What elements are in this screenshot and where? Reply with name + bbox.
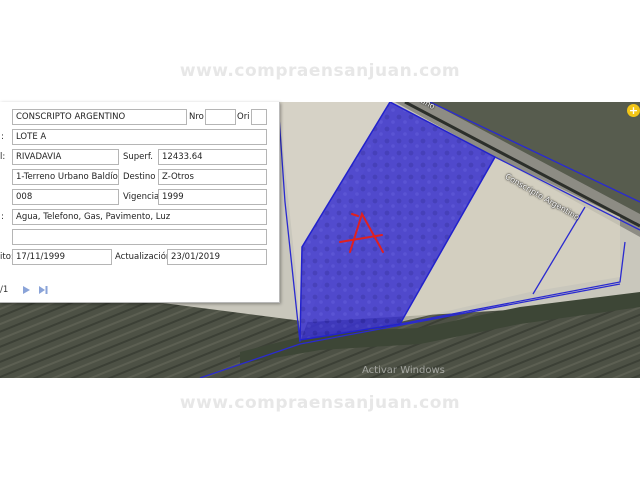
servicios-label: : (1, 212, 4, 222)
site-watermark-top: www.compraensanjuan.com (179, 61, 461, 81)
parcel-info-panel: CONSCRIPTO ARGENTINO Nro Ori : LOTE A l:… (0, 102, 280, 303)
page-count: /1 (0, 285, 9, 295)
add-layer-button[interactable]: + (627, 104, 640, 117)
superf-field[interactable]: 12433.64 (158, 149, 267, 165)
calle-field[interactable]: CONSCRIPTO ARGENTINO (12, 109, 187, 125)
nro-label: Nro (189, 112, 204, 122)
departamento-field[interactable]: RIVADAVIA (12, 149, 119, 165)
lote-field[interactable]: LOTE A (12, 129, 267, 145)
codigo-field[interactable]: 008 (12, 189, 119, 205)
vigencia-label: Vigencia (123, 192, 160, 202)
nro-field[interactable] (205, 109, 236, 125)
site-watermark-bottom: www.compraensanjuan.com (179, 393, 461, 413)
actualizacion-label: Actualización (115, 252, 172, 262)
tipo-field[interactable]: 1-Terreno Urbano Baldío (12, 169, 119, 185)
destino-field[interactable]: Z-Otros (158, 169, 267, 185)
ori-field[interactable] (251, 109, 267, 125)
servicios-field[interactable]: Agua, Telefono, Gas, Pavimento, Luz (12, 209, 267, 225)
actualizacion-field[interactable]: 23/01/2019 (167, 249, 267, 265)
record-pager: /1 (0, 280, 278, 302)
vigencia-field[interactable]: 1999 (158, 189, 267, 205)
os-activation-watermark: Activar Windows (362, 365, 445, 376)
lote-label: : (1, 132, 4, 142)
ori-label: Ori (237, 112, 250, 122)
fecha-field[interactable]: 17/11/1999 (12, 249, 112, 265)
observaciones-field[interactable] (12, 229, 267, 245)
departamento-label: l: (0, 152, 6, 162)
destino-label: Destino (123, 172, 156, 182)
next-page-icon[interactable] (20, 284, 32, 296)
last-page-icon[interactable] (37, 284, 49, 296)
superf-label: Superf. (123, 152, 153, 162)
